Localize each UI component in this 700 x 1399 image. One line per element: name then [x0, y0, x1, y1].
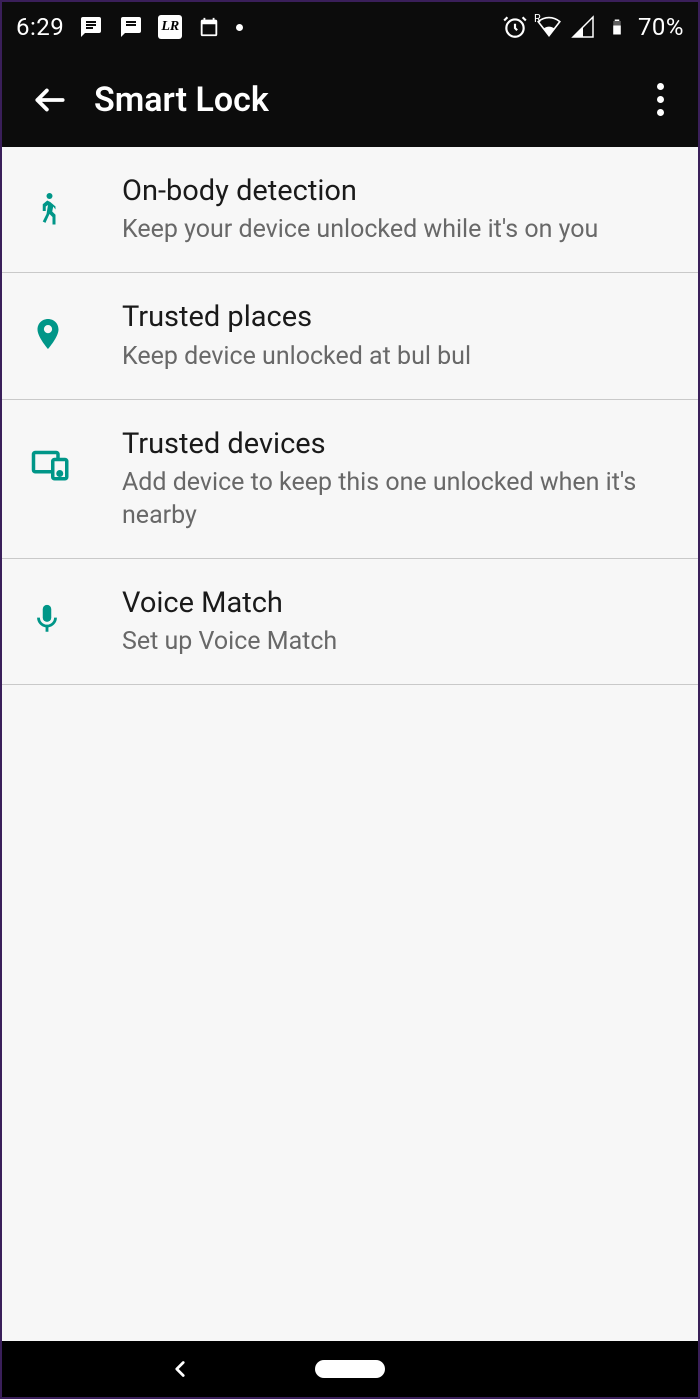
signal-icon — [570, 14, 596, 40]
battery-icon — [604, 14, 630, 40]
nav-back-button[interactable] — [167, 1356, 193, 1382]
item-title: Voice Match — [122, 585, 668, 621]
overflow-dot-icon — [657, 96, 664, 103]
status-time: 6:29 — [16, 13, 64, 41]
item-title: Trusted devices — [122, 426, 668, 462]
back-button[interactable] — [14, 64, 86, 136]
list-item-on-body-detection[interactable]: On-body detection Keep your device unloc… — [2, 147, 698, 273]
notification-chat-icon — [118, 14, 144, 40]
overflow-menu-button[interactable] — [634, 64, 686, 136]
item-subtitle: Set up Voice Match — [122, 625, 668, 658]
status-bar: 6:29 LR R — [2, 2, 698, 52]
location-pin-icon — [30, 316, 66, 356]
notification-more-dot — [236, 24, 243, 31]
item-title: Trusted places — [122, 299, 668, 335]
wifi-icon: R — [536, 14, 562, 40]
app-bar: Smart Lock — [2, 52, 698, 147]
item-title: On-body detection — [122, 173, 668, 209]
nav-home-pill[interactable] — [315, 1360, 385, 1378]
notification-calendar-icon — [196, 14, 222, 40]
wifi-r-label: R — [534, 12, 566, 25]
devices-icon — [30, 432, 72, 488]
notification-message-icon — [78, 14, 104, 40]
list-item-trusted-places[interactable]: Trusted places Keep device unlocked at b… — [2, 273, 698, 399]
page-title: Smart Lock — [94, 80, 634, 120]
mic-icon — [30, 602, 64, 640]
item-subtitle: Add device to keep this one unlocked whe… — [122, 466, 668, 532]
arrow-left-icon — [31, 81, 69, 119]
overflow-dot-icon — [657, 109, 664, 116]
list-item-voice-match[interactable]: Voice Match Set up Voice Match — [2, 559, 698, 685]
settings-list: On-body detection Keep your device unloc… — [2, 147, 698, 1341]
list-item-trusted-devices[interactable]: Trusted devices Add device to keep this … — [2, 400, 698, 559]
battery-percent: 70% — [638, 13, 684, 41]
walk-icon — [30, 190, 66, 230]
chevron-left-icon — [167, 1356, 193, 1382]
alarm-icon — [502, 14, 528, 40]
navigation-bar — [2, 1341, 698, 1397]
item-subtitle: Keep device unlocked at bul bul — [122, 340, 668, 373]
item-subtitle: Keep your device unlocked while it's on … — [122, 213, 668, 246]
overflow-dot-icon — [657, 83, 664, 90]
notification-lr-icon: LR — [158, 15, 182, 39]
screen: 6:29 LR R — [0, 0, 700, 1399]
